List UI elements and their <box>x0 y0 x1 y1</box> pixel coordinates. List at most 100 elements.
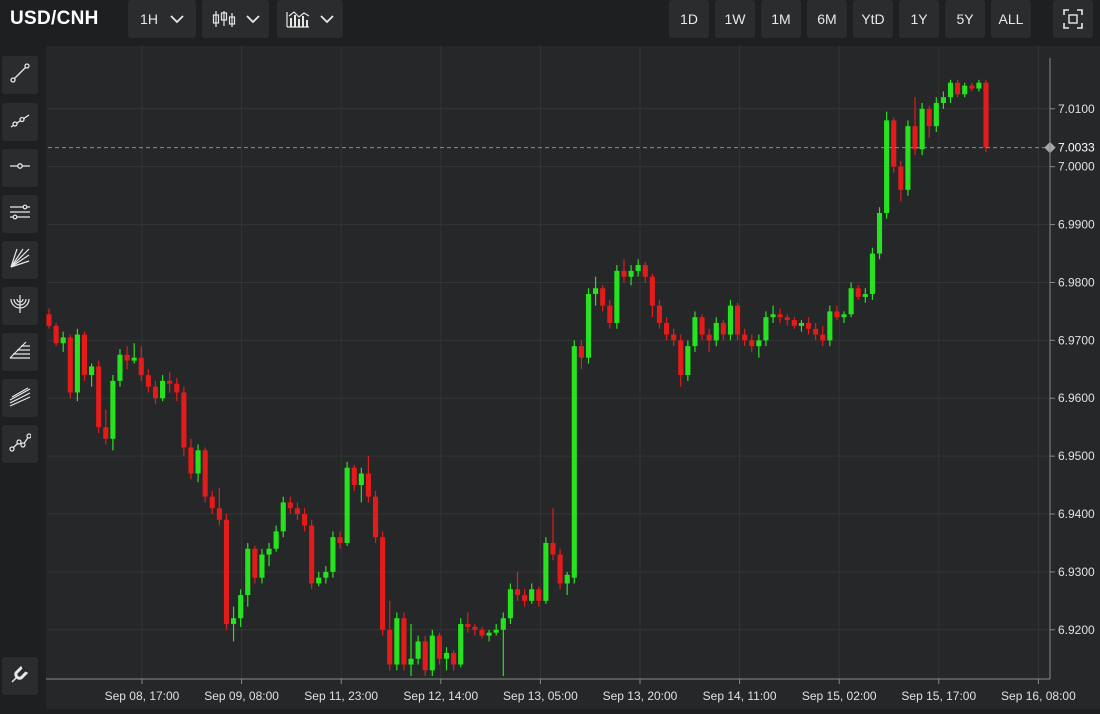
candle[interactable] <box>749 334 755 352</box>
pitchfork-tool[interactable] <box>2 379 38 417</box>
candle[interactable] <box>791 317 797 329</box>
candle[interactable] <box>458 618 464 668</box>
range-button-1d[interactable]: 1D <box>669 0 709 38</box>
candle[interactable] <box>103 409 109 445</box>
candle[interactable] <box>784 314 790 326</box>
candle[interactable] <box>124 346 130 370</box>
candle[interactable] <box>848 282 854 318</box>
candle[interactable] <box>543 537 549 604</box>
candle[interactable] <box>926 105 932 138</box>
candle[interactable] <box>898 160 904 202</box>
candle[interactable] <box>947 79 954 103</box>
chart-type-dropdown[interactable] <box>202 0 269 38</box>
range-button-6m[interactable]: 6M <box>807 0 847 38</box>
candle[interactable] <box>805 317 812 335</box>
candle[interactable] <box>60 331 66 352</box>
candle[interactable] <box>820 325 826 347</box>
candle[interactable] <box>976 79 982 92</box>
path-tool[interactable] <box>2 425 38 463</box>
candle[interactable] <box>862 288 868 303</box>
ray-tool[interactable] <box>2 103 38 141</box>
candle[interactable] <box>443 647 450 671</box>
candle[interactable] <box>607 299 613 329</box>
candle[interactable] <box>223 514 230 630</box>
candle[interactable] <box>514 571 521 601</box>
candle[interactable] <box>365 456 371 503</box>
candle[interactable] <box>678 334 684 387</box>
candle[interactable] <box>46 308 52 329</box>
candle[interactable] <box>557 548 563 590</box>
candle[interactable] <box>231 606 237 642</box>
candle[interactable] <box>152 380 159 405</box>
candle[interactable] <box>209 490 215 515</box>
candle[interactable] <box>486 629 492 642</box>
candle[interactable] <box>969 82 975 92</box>
candle[interactable] <box>656 299 663 329</box>
range-button-5y[interactable]: 5Y <box>945 0 985 38</box>
candle[interactable] <box>876 207 883 260</box>
candle[interactable] <box>451 650 457 671</box>
candle[interactable] <box>337 531 343 549</box>
candle[interactable] <box>131 343 137 364</box>
candle[interactable] <box>110 375 116 451</box>
range-button-all[interactable]: ALL <box>991 0 1031 38</box>
candle[interactable] <box>621 259 627 283</box>
candle[interactable] <box>294 502 301 520</box>
candle[interactable] <box>507 583 513 625</box>
range-button-1y[interactable]: 1Y <box>899 0 939 38</box>
fan-tool[interactable] <box>2 241 38 279</box>
range-button-1w[interactable]: 1W <box>715 0 755 38</box>
candle[interactable] <box>763 311 769 347</box>
candle[interactable] <box>167 372 173 393</box>
indicators-dropdown[interactable] <box>277 0 343 38</box>
candle[interactable] <box>692 311 698 352</box>
candle[interactable] <box>330 531 336 578</box>
candle[interactable] <box>344 461 350 546</box>
candle[interactable] <box>493 624 499 636</box>
candle[interactable] <box>742 328 748 347</box>
candle[interactable] <box>245 542 251 607</box>
candle[interactable] <box>479 626 485 639</box>
candle[interactable] <box>81 331 88 381</box>
candle[interactable] <box>522 589 528 607</box>
candle[interactable] <box>53 322 59 347</box>
candle[interactable] <box>408 624 414 677</box>
candle[interactable] <box>216 487 222 526</box>
candle[interactable] <box>706 328 712 352</box>
candle[interactable] <box>273 525 279 552</box>
candle[interactable] <box>380 531 386 636</box>
range-button-ytd[interactable]: YtD <box>853 0 893 38</box>
candle[interactable] <box>600 285 606 312</box>
candle[interactable] <box>550 508 556 561</box>
candle[interactable] <box>933 97 939 132</box>
candle[interactable] <box>401 612 407 671</box>
candle[interactable] <box>96 360 102 433</box>
candle[interactable] <box>422 635 428 677</box>
candle[interactable] <box>905 120 911 196</box>
candle[interactable] <box>685 340 691 381</box>
candle[interactable] <box>202 447 208 503</box>
candle[interactable] <box>280 496 286 538</box>
candle[interactable] <box>188 438 194 480</box>
fullscreen-button[interactable] <box>1053 0 1093 38</box>
candle[interactable] <box>940 91 946 109</box>
candle[interactable] <box>770 305 776 323</box>
candle[interactable] <box>138 346 144 381</box>
candle[interactable] <box>841 311 847 323</box>
candle[interactable] <box>181 386 187 457</box>
trend-line-tool[interactable] <box>2 56 38 94</box>
candle[interactable] <box>671 328 677 347</box>
candle[interactable] <box>195 444 201 483</box>
candle[interactable] <box>429 629 435 677</box>
candle[interactable] <box>720 320 726 341</box>
candle[interactable] <box>891 117 897 173</box>
candle[interactable] <box>238 589 244 627</box>
candle[interactable] <box>571 340 577 584</box>
candle[interactable] <box>529 583 535 604</box>
candle[interactable] <box>160 375 166 402</box>
candle[interactable] <box>323 566 329 584</box>
interval-dropdown[interactable]: 1H <box>128 0 196 38</box>
candle[interactable] <box>67 334 73 399</box>
candle[interactable] <box>259 548 265 584</box>
chart-area[interactable]: 7.0033 6.9200 6.9300 6.9400 6.9500 6.9600 6.9… <box>46 46 1100 709</box>
